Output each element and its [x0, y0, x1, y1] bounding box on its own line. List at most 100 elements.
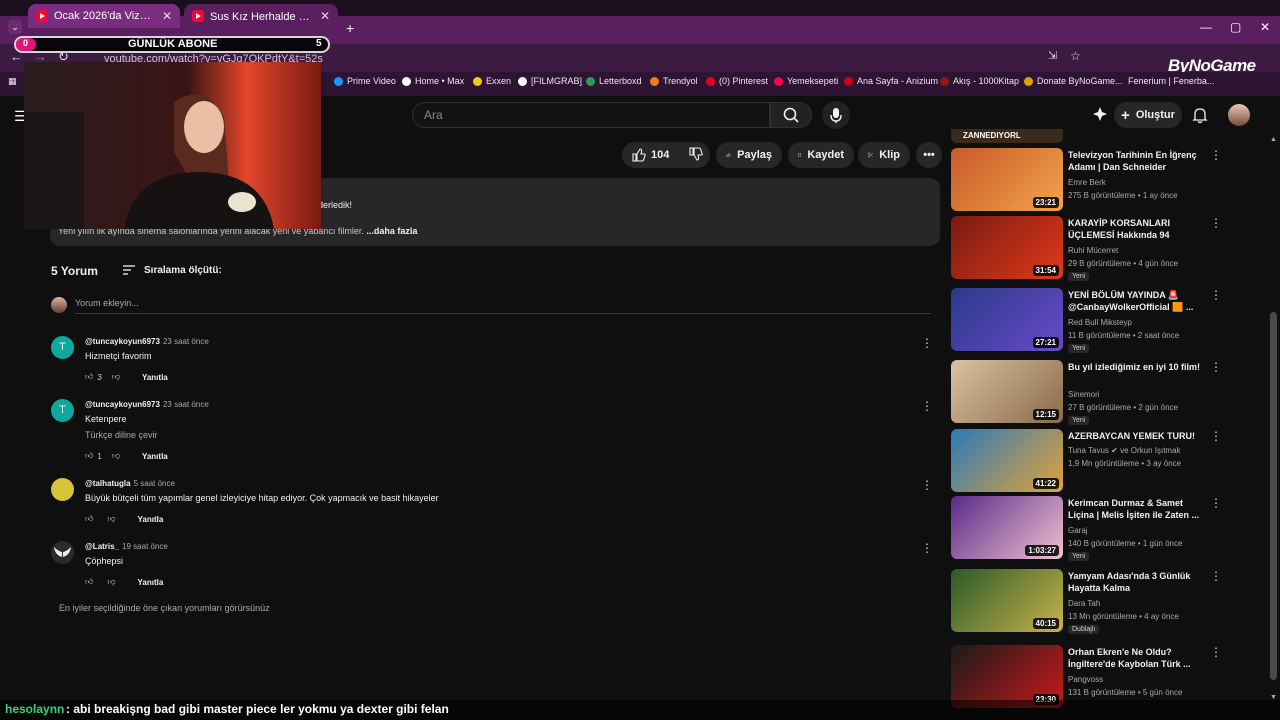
sidebar-video-item[interactable]: 41:22 AZERBAYCAN YEMEK TURU! Tuna Tavus ✔ … — [951, 429, 1223, 493]
video-title[interactable]: KARAYİP KORSANLARI ÜÇLEMESİ Hakkında 94 … — [1068, 217, 1202, 242]
bookmark-star-icon[interactable]: ☆ — [1070, 49, 1081, 63]
thumbs-down-icon[interactable]: 👎︎ — [112, 451, 120, 461]
video-menu-icon[interactable]: ⋮ — [1210, 569, 1222, 583]
bookmark-item[interactable]: Yemeksepeti — [774, 76, 838, 86]
video-thumbnail[interactable]: 23:21 — [951, 148, 1063, 211]
video-menu-icon[interactable]: ⋮ — [1210, 496, 1222, 510]
video-thumbnail[interactable]: 1:03:27 — [951, 496, 1063, 559]
thumbs-down-icon[interactable]: 👎︎ — [107, 577, 115, 587]
close-icon[interactable]: ✕ — [162, 9, 172, 23]
install-icon[interactable]: ⇲ — [1048, 49, 1057, 62]
thumbs-down-icon[interactable]: 👎︎ — [112, 372, 120, 382]
bookmark-item[interactable]: (0) Pinterest — [706, 76, 768, 86]
close-window-icon[interactable]: ✕ — [1260, 20, 1270, 34]
avatar[interactable]: T — [51, 336, 74, 359]
search-button[interactable] — [770, 102, 812, 128]
comment-time[interactable]: 23 saat önce — [163, 337, 209, 346]
video-channel[interactable]: Garaj — [1068, 526, 1088, 535]
more-actions-icon[interactable]: ••• — [916, 142, 942, 168]
video-channel[interactable]: Emre Berk — [1068, 178, 1106, 187]
voice-search-button[interactable] — [822, 101, 850, 129]
bookmark-item[interactable]: Trendyol — [650, 76, 698, 86]
video-thumbnail[interactable]: 40:15 — [951, 569, 1063, 632]
bookmark-item[interactable]: Exxen — [473, 76, 511, 86]
video-menu-icon[interactable]: ⋮ — [1210, 148, 1222, 162]
close-icon[interactable]: ✕ — [320, 9, 330, 23]
bookmark-item[interactable]: [FILMGRAB] — [518, 76, 582, 86]
avatar[interactable] — [51, 478, 74, 501]
search-input[interactable] — [412, 102, 770, 128]
video-thumbnail[interactable]: 12:15 — [951, 360, 1063, 423]
sort-button[interactable]: Sıralama ölçütü: — [122, 264, 222, 276]
thumbs-up-icon[interactable]: 👍︎ — [85, 514, 93, 524]
tab-active[interactable]: Ocak 2026'da Vizyona Girecek Fi ✕ — [28, 4, 180, 28]
video-title[interactable]: Kerimcan Durmaz & Samet Liçina | Melis İ… — [1068, 497, 1202, 521]
video-title[interactable]: Yamyam Adası'nda 3 Günlük Hayatta Kalma — [1068, 570, 1202, 594]
video-title[interactable]: YENİ BÖLÜM YAYINDA 🚨 @CanbayWolkerOffici… — [1068, 289, 1202, 313]
minimize-icon[interactable]: — — [1200, 20, 1212, 34]
cast-icon[interactable] — [1092, 106, 1108, 127]
clip-button[interactable]: Klip — [858, 142, 910, 168]
translate-link[interactable]: Türkçe diline çevir — [85, 430, 158, 440]
avatar[interactable]: T — [51, 399, 74, 422]
comment-menu-icon[interactable]: ⋮ — [921, 541, 933, 555]
video-thumbnail-partial[interactable]: ZANNEDIYORL — [951, 129, 1063, 143]
video-menu-icon[interactable]: ⋮ — [1210, 360, 1222, 374]
video-channel[interactable]: Tuna Tavus ✔ ve Orkun Işıtmak — [1068, 446, 1181, 455]
video-thumbnail[interactable]: 23:30 — [951, 645, 1063, 708]
bookmark-item[interactable]: Home • Max — [402, 76, 464, 86]
comment-author[interactable]: @tuncaykoyun6973 — [85, 337, 160, 346]
comment-time[interactable]: 23 saat önce — [163, 400, 209, 409]
video-menu-icon[interactable]: ⋮ — [1210, 288, 1222, 302]
scrollbar-thumb[interactable] — [1270, 312, 1277, 680]
bookmark-item[interactable]: Fenerium | Fenerba... — [1128, 76, 1214, 86]
video-channel[interactable]: Red Bull Mikstеур — [1068, 318, 1132, 327]
comment-author[interactable]: @talhatugla — [85, 479, 131, 488]
comment-menu-icon[interactable]: ⋮ — [921, 478, 933, 492]
bookmark-item[interactable]: Letterboxd — [586, 76, 642, 86]
add-comment-input[interactable]: Yorum ekleyin... — [75, 298, 139, 308]
video-menu-icon[interactable]: ⋮ — [1210, 216, 1222, 230]
reply-button[interactable]: Yanıtla — [142, 373, 168, 382]
bookmark-item[interactable]: Donate ByNoGame... — [1024, 76, 1123, 86]
bookmark-item[interactable]: Ana Sayfa - Anizium — [844, 76, 938, 86]
comment-menu-icon[interactable]: ⋮ — [921, 399, 933, 413]
reply-button[interactable]: Yanıtla — [138, 578, 164, 587]
sidebar-video-item[interactable]: 27:21 YENİ BÖLÜM YAYINDA 🚨 @CanbayWolkerO… — [951, 288, 1223, 353]
video-channel[interactable]: Dara Tah — [1068, 599, 1100, 608]
thumbs-up-icon[interactable]: 👍︎ — [85, 577, 93, 587]
video-thumbnail[interactable]: 27:21 — [951, 288, 1063, 351]
new-tab-button[interactable]: + — [346, 20, 354, 36]
sidebar-video-item[interactable]: 12:15 Bu yıl izlediğimiz en iyi 10 film! S… — [951, 360, 1223, 425]
video-channel[interactable]: Sinemori — [1068, 390, 1100, 399]
comment-time[interactable]: 19 saat önce — [122, 542, 168, 551]
share-button[interactable]: Paylaş — [716, 142, 782, 168]
comment-menu-icon[interactable]: ⋮ — [921, 336, 933, 350]
scroll-up-icon[interactable]: ▲ — [1270, 136, 1277, 143]
video-thumbnail[interactable]: 31:54 — [951, 216, 1063, 279]
avatar[interactable] — [51, 541, 74, 564]
sidebar-video-item[interactable]: 23:21 Televizyon Tarihinin En İğrenç Adam… — [951, 148, 1223, 212]
bookmark-item[interactable]: Prime Video — [334, 76, 396, 86]
comment-author[interactable]: @Latris_ — [85, 542, 119, 551]
video-title[interactable]: Televizyon Tarihinin En İğrenç Adamı | D… — [1068, 149, 1202, 173]
thumbs-up-icon[interactable]: 👍︎ — [85, 372, 93, 382]
sidebar-video-item[interactable]: 31:54 KARAYİP KORSANLARI ÜÇLEMESİ Hakkınd… — [951, 216, 1223, 281]
apps-icon[interactable]: ▦ — [8, 76, 17, 87]
comment-author[interactable]: @tuncaykoyun6973 — [85, 400, 160, 409]
dislike-button[interactable] — [689, 146, 704, 164]
video-menu-icon[interactable]: ⋮ — [1210, 645, 1222, 659]
thumbs-up-icon[interactable]: 👍︎ — [85, 451, 93, 461]
tab-inactive[interactable]: Sus Kız Herhalde 🤭 | Seda Sa ✕ — [184, 4, 338, 28]
comment-time[interactable]: 5 saat önce — [134, 479, 175, 488]
thumbs-down-icon[interactable]: 👎︎ — [107, 514, 115, 524]
reply-button[interactable]: Yanıtla — [142, 452, 168, 461]
video-menu-icon[interactable]: ⋮ — [1210, 429, 1222, 443]
create-button[interactable]: + Oluştur — [1114, 102, 1182, 128]
like-button[interactable]: 104 — [632, 148, 669, 162]
save-button[interactable]: Kaydet — [788, 142, 854, 168]
video-channel[interactable]: Pangvoss — [1068, 675, 1103, 684]
tab-search-icon[interactable]: ⌄ — [8, 20, 22, 34]
account-avatar[interactable] — [1228, 104, 1250, 126]
reply-button[interactable]: Yanıtla — [138, 515, 164, 524]
